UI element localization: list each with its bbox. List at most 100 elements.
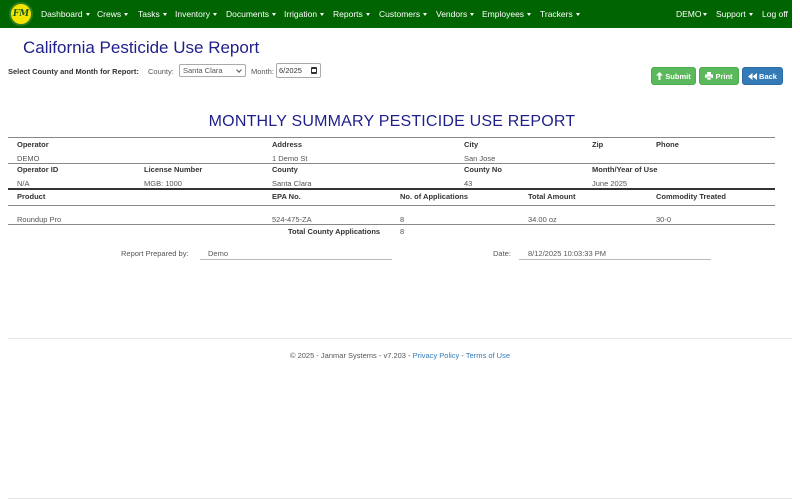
backward-icon bbox=[748, 72, 758, 80]
prepared-by-label: Report Prepared by: bbox=[121, 249, 189, 258]
county-select[interactable]: Santa Clara bbox=[179, 64, 246, 77]
caret-down-icon bbox=[85, 13, 90, 17]
nav-label: Tasks bbox=[138, 9, 160, 19]
month-input[interactable]: 6/2025 bbox=[276, 63, 321, 78]
report-title: MONTHLY SUMMARY PESTICIDE USE REPORT bbox=[208, 113, 576, 130]
submit-label: Submit bbox=[665, 71, 691, 81]
date-underline bbox=[519, 259, 711, 260]
nav-label: Log off bbox=[762, 9, 788, 19]
footer-divider bbox=[8, 338, 792, 339]
header-no-applications: No. of Applications bbox=[400, 192, 469, 201]
caret-down-icon bbox=[365, 13, 370, 17]
nav-label: Customers bbox=[379, 9, 421, 19]
caret-down-icon bbox=[527, 13, 532, 17]
value-city: San Jose bbox=[464, 154, 496, 163]
caret-down-icon bbox=[702, 13, 707, 17]
nav-label: Vendors bbox=[436, 9, 468, 19]
farm-logo-icon[interactable]: FM bbox=[9, 2, 33, 26]
header-county-no: County No bbox=[464, 165, 502, 174]
value-county: Santa Clara bbox=[272, 179, 312, 188]
nav-employees[interactable]: Employees bbox=[482, 0, 532, 28]
nav-inventory[interactable]: Inventory bbox=[175, 0, 217, 28]
table-row-commodity: 30-0 bbox=[656, 215, 672, 224]
nav-label: DEMO bbox=[676, 9, 702, 19]
print-button[interactable]: Print bbox=[699, 67, 739, 85]
header-zip: Zip bbox=[592, 140, 604, 149]
submit-button[interactable]: Submit bbox=[651, 67, 696, 85]
nav-reports[interactable]: Reports bbox=[333, 0, 370, 28]
header-commodity-treated: Commodity Treated bbox=[656, 192, 727, 201]
nav-logoff[interactable]: Log off bbox=[762, 0, 788, 28]
nav-label: Trackers bbox=[540, 9, 573, 19]
header-operator: Operator bbox=[17, 140, 49, 149]
nav-label: Dashboard bbox=[41, 9, 83, 19]
print-label: Print bbox=[715, 71, 733, 81]
value-operator-id: N/A bbox=[17, 179, 30, 188]
header-total-amount: Total Amount bbox=[528, 192, 576, 201]
total-label: Total County Applications bbox=[288, 227, 381, 236]
nav-label: Employees bbox=[482, 9, 525, 19]
divider bbox=[8, 205, 775, 206]
header-license-number: License Number bbox=[144, 165, 203, 174]
printer-icon bbox=[705, 72, 714, 80]
terms-of-use-link[interactable]: Terms of Use bbox=[466, 351, 510, 360]
privacy-policy-link[interactable]: Privacy Policy bbox=[413, 351, 460, 360]
nav-tasks[interactable]: Tasks bbox=[138, 0, 167, 28]
nav-label: Inventory bbox=[175, 9, 210, 19]
nav-dashboard[interactable]: Dashboard bbox=[41, 0, 90, 28]
nav-documents[interactable]: Documents bbox=[226, 0, 276, 28]
value-license-number: MGB: 1000 bbox=[144, 179, 182, 188]
back-button[interactable]: Back bbox=[742, 67, 783, 85]
value-county-no: 43 bbox=[464, 179, 473, 188]
date-label: Date: bbox=[493, 249, 511, 258]
calendar-icon[interactable] bbox=[311, 67, 317, 74]
nav-crews[interactable]: Crews bbox=[97, 0, 129, 28]
filter-label: Select County and Month for Report: bbox=[8, 67, 139, 76]
prepared-by-value: Demo bbox=[208, 249, 229, 258]
logo-text: FM bbox=[12, 9, 30, 19]
prepared-by-underline bbox=[200, 259, 392, 260]
divider bbox=[8, 224, 775, 225]
month-label: Month: bbox=[251, 67, 274, 76]
nav-label: Support bbox=[716, 9, 746, 19]
total-value: 8 bbox=[400, 227, 405, 236]
nav-irrigation[interactable]: Irrigation bbox=[284, 0, 325, 28]
nav-trackers[interactable]: Trackers bbox=[540, 0, 580, 28]
value-operator: DEMO bbox=[17, 154, 40, 163]
nav-support[interactable]: Support bbox=[716, 0, 753, 28]
footer: © 2025 - Janmar Systems - v7.203 - Priva… bbox=[0, 351, 800, 360]
value-address: 1 Demo St bbox=[272, 154, 308, 163]
table-row-epa: 524-475-ZA bbox=[272, 215, 312, 224]
table-row-amount: 34.00 oz bbox=[528, 215, 557, 224]
nav-user-demo[interactable]: DEMO bbox=[676, 0, 707, 28]
caret-down-icon bbox=[272, 13, 276, 17]
caret-down-icon bbox=[320, 13, 325, 17]
top-navbar: FM Dashboard Crews Tasks Inventory Docum… bbox=[0, 0, 792, 28]
caret-down-icon bbox=[575, 13, 580, 17]
caret-down-icon bbox=[212, 13, 217, 17]
caret-down-icon bbox=[748, 13, 753, 17]
header-month-year: Month/Year of Use bbox=[592, 165, 658, 174]
arrow-up-icon bbox=[656, 72, 664, 80]
chevron-down-icon bbox=[236, 67, 242, 73]
divider-thick bbox=[8, 188, 775, 190]
nav-label: Reports bbox=[333, 9, 363, 19]
caret-down-icon bbox=[470, 13, 475, 17]
page-title: California Pesticide Use Report bbox=[23, 38, 260, 57]
header-product: Product bbox=[17, 192, 46, 201]
header-operator-id: Operator ID bbox=[17, 165, 59, 174]
table-row-applications: 8 bbox=[400, 215, 405, 224]
month-input-value: 6/2025 bbox=[279, 66, 302, 75]
divider bbox=[8, 137, 775, 138]
caret-down-icon bbox=[162, 13, 167, 17]
county-select-value: Santa Clara bbox=[183, 66, 223, 75]
date-value: 8/12/2025 10:03:33 PM bbox=[528, 249, 606, 258]
header-county: County bbox=[272, 165, 298, 174]
back-label: Back bbox=[759, 71, 777, 81]
table-row-product: Roundup Pro bbox=[17, 215, 62, 224]
nav-customers[interactable]: Customers bbox=[379, 0, 428, 28]
nav-vendors[interactable]: Vendors bbox=[436, 0, 475, 28]
header-phone: Phone bbox=[656, 140, 679, 149]
nav-label: Irrigation bbox=[284, 9, 318, 19]
nav-label: Documents bbox=[226, 9, 269, 19]
